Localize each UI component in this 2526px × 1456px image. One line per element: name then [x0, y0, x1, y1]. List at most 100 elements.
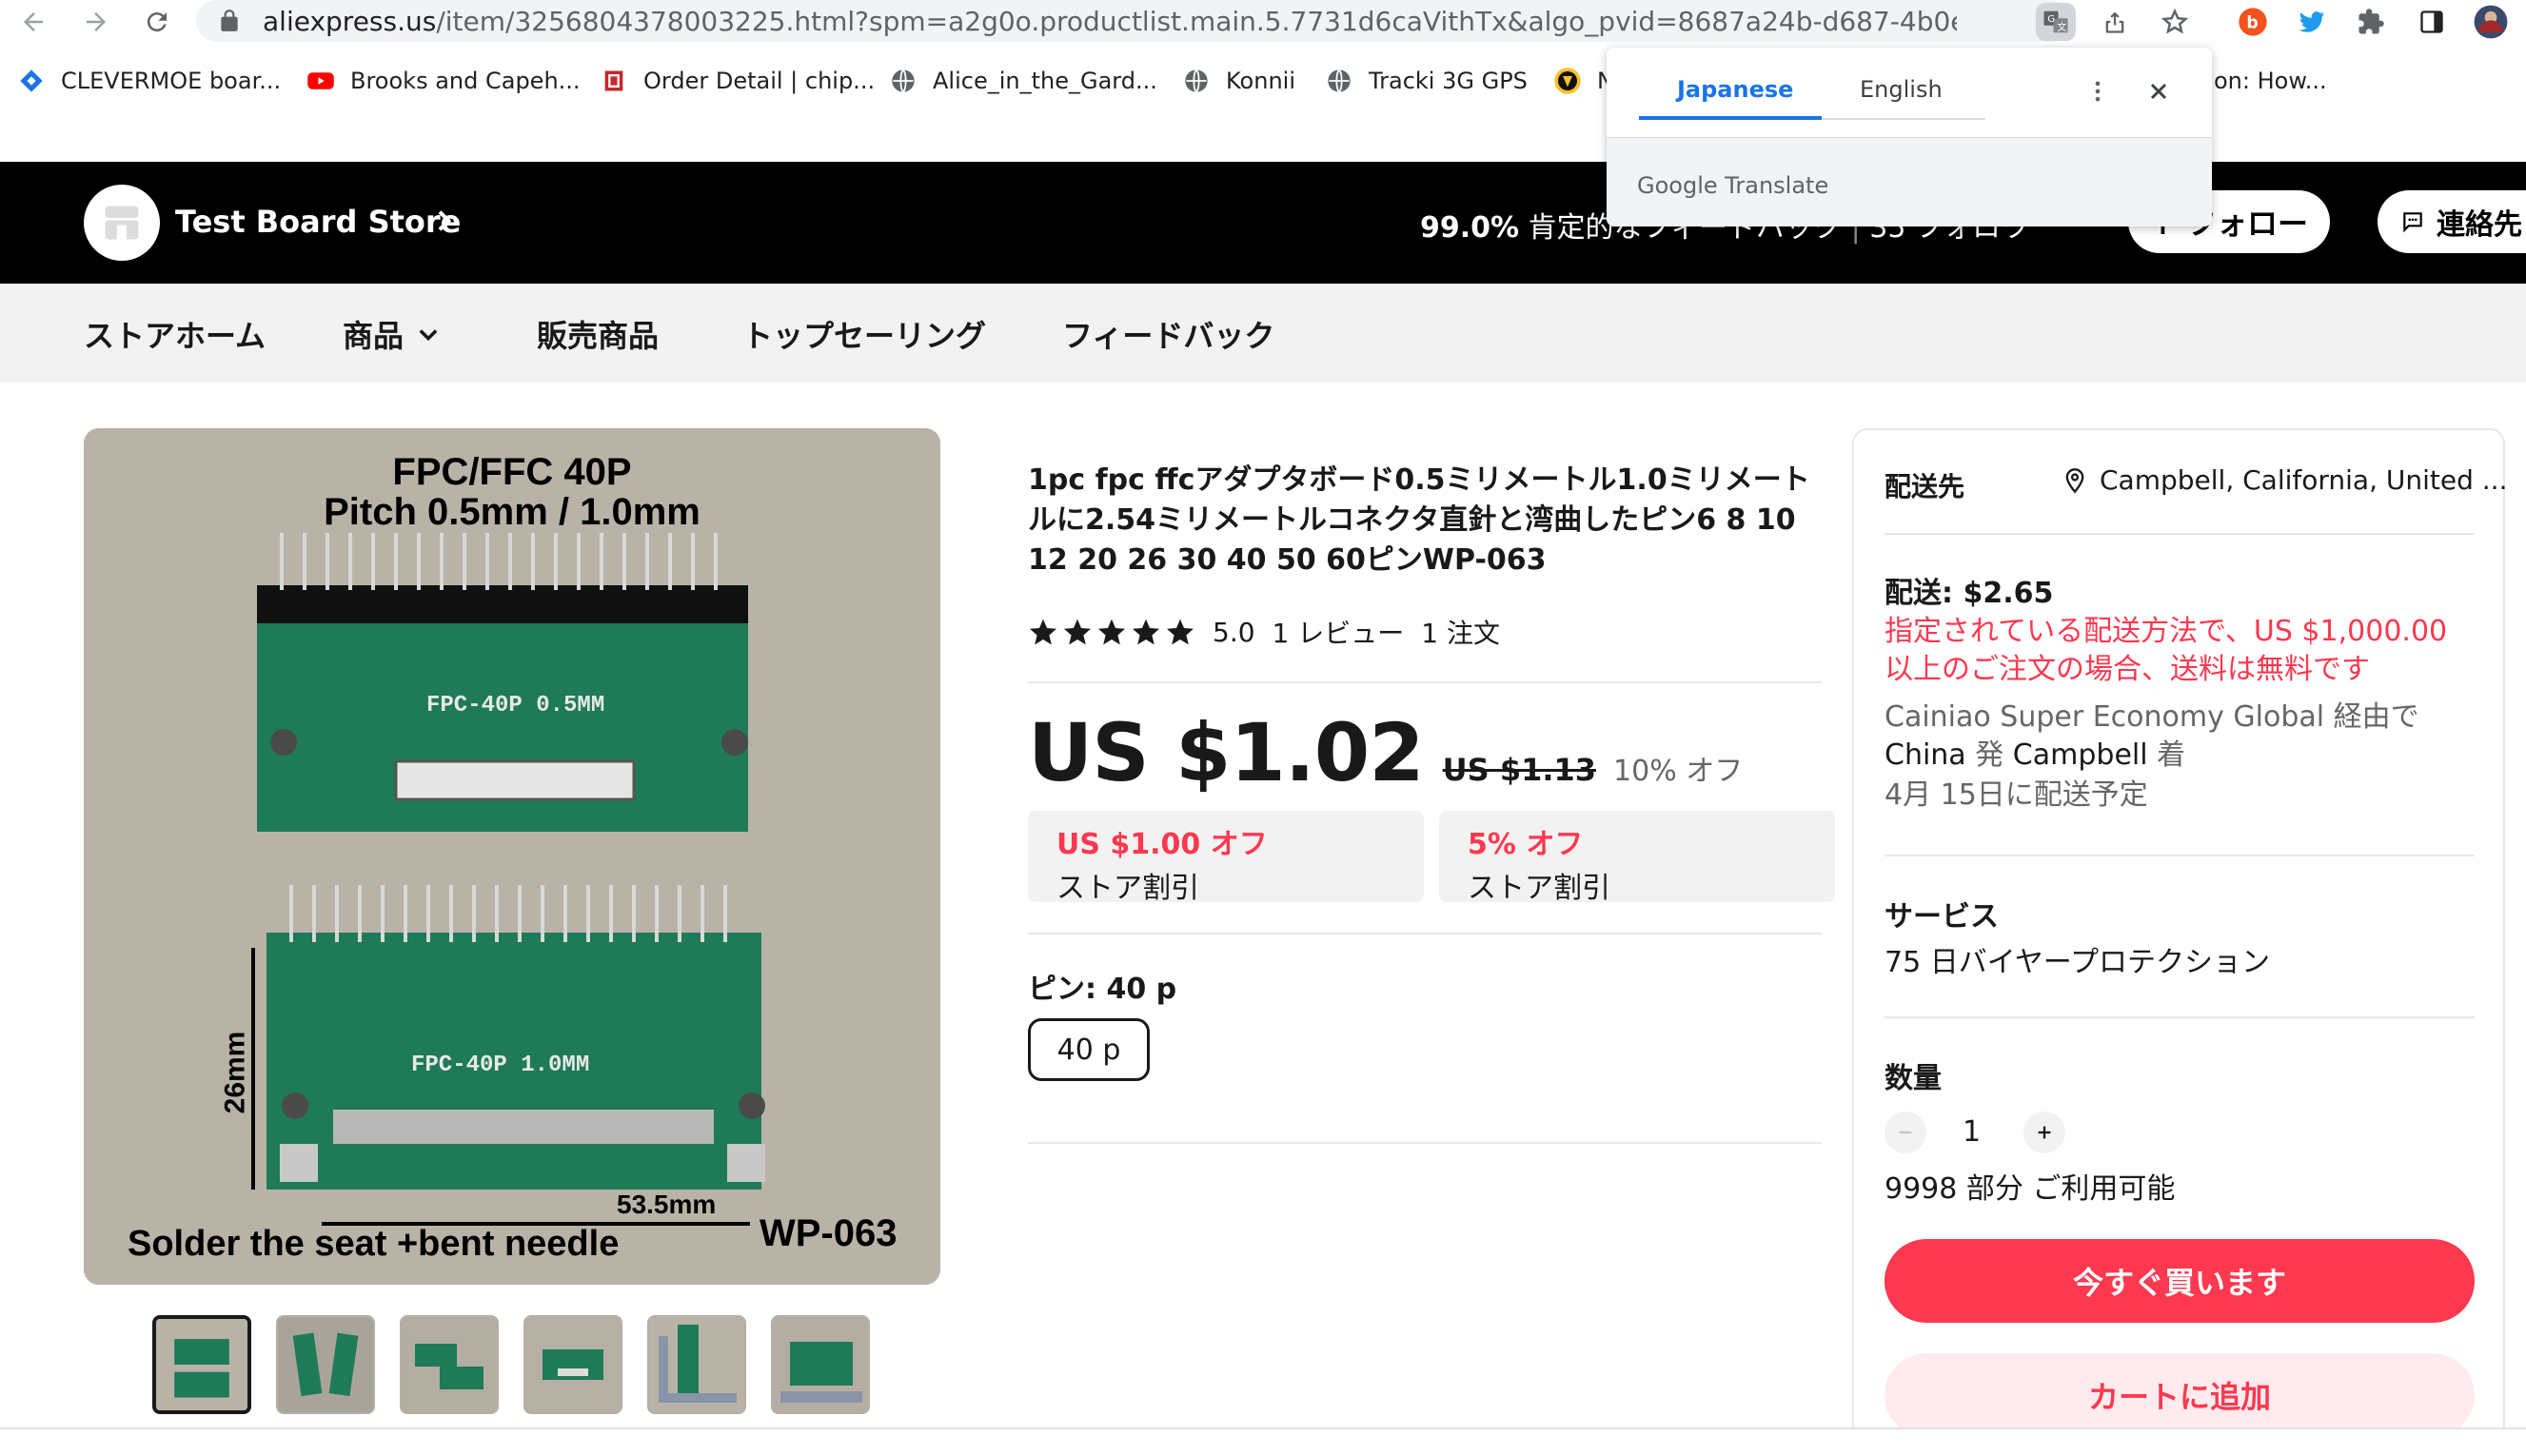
back-button[interactable] [15, 4, 51, 40]
original-price: US $1.13 [1442, 752, 1597, 788]
bottom-edge [0, 1427, 2526, 1456]
divider [1028, 681, 1822, 683]
extension-honey-button[interactable]: b [2235, 4, 2271, 40]
contact-label: 連絡先 [2437, 208, 2522, 242]
close-icon [2150, 83, 2167, 100]
honey-extension-icon: b [2239, 8, 2267, 36]
bookmark-item[interactable]: N [1553, 59, 1614, 103]
star-icon [1098, 619, 1125, 645]
active-tab-indicator [1639, 116, 1822, 120]
store-logo[interactable] [84, 185, 160, 261]
bookmark-item[interactable]: Order Detail | chip... [600, 59, 875, 103]
tab-japanese[interactable]: Japanese [1677, 76, 1793, 103]
address-bar[interactable]: aliexpress.us/item/3256804378003225.html… [196, 0, 2071, 42]
thumbnail[interactable] [647, 1315, 746, 1414]
spec-option-40p[interactable]: 40 p [1028, 1018, 1150, 1081]
bookmark-item[interactable]: Tracki 3G GPS [1325, 59, 1528, 103]
quantity-value[interactable]: 1 [1963, 1113, 1981, 1151]
image-dim-width: 53.5mm [617, 1190, 717, 1219]
translate-options-button[interactable] [2084, 74, 2111, 108]
translate-footer: Google Translate [1607, 137, 2212, 226]
extension-twitter-button[interactable] [2294, 4, 2330, 40]
carrier-prefix: Cainiao Super Economy Global 経由で [1885, 700, 2419, 734]
share-button[interactable] [2099, 6, 2131, 38]
coupon-card[interactable]: US $1.00 オフ ストア割引 [1028, 811, 1424, 905]
thumbnail[interactable] [523, 1315, 622, 1414]
url-path: /item/3256804378003225.html?spm=a2g0o.pr… [436, 6, 1957, 37]
twitter-icon [2299, 11, 2325, 32]
nav-top-selling[interactable]: トップセーリング [742, 312, 986, 356]
extensions-menu-button[interactable] [2353, 4, 2389, 40]
globe-icon [889, 67, 918, 95]
reviews-link[interactable]: 1 レビュー [1273, 613, 1405, 651]
translate-close-button[interactable] [2141, 74, 2176, 108]
thumbnail[interactable] [152, 1315, 251, 1414]
ship-location[interactable]: Campbell, California, United ... [2062, 464, 2507, 496]
divider [1028, 1142, 1822, 1144]
chevron-right-icon[interactable] [428, 206, 459, 236]
nav-sale-items[interactable]: 販売商品 [537, 312, 659, 356]
image-title-line1: FPC/FFC 40P [392, 451, 632, 493]
contact-button[interactable]: 連絡先 [2378, 190, 2526, 253]
translate-page-button[interactable]: G文 [2036, 3, 2076, 41]
svg-text:G: G [2047, 14, 2055, 25]
carrier-info: Cainiao Super Economy Global 経由で China 発… [1885, 698, 2475, 775]
store-nav: ストアホーム 商品 販売商品 トップセーリング フィードバック [0, 284, 2526, 383]
forward-button[interactable] [78, 4, 114, 40]
profile-avatar-button[interactable] [2473, 4, 2509, 40]
shield-icon [1553, 67, 1582, 95]
free-shipping-notice: 指定されている配送方法で、US $1,000.00 以上のご注文の場合、送料は無… [1885, 615, 2448, 686]
divider [1885, 1016, 2475, 1018]
more-vert-icon [2095, 81, 2101, 102]
globe-icon [1325, 67, 1353, 95]
discount-percent: 10% オフ [1613, 755, 1744, 788]
image-dim-height: 26mm [219, 1031, 251, 1114]
svg-text:b: b [2246, 14, 2258, 33]
bookmark-star-button[interactable] [2159, 6, 2191, 38]
coupon-type: ストア割引 [1468, 872, 1610, 905]
carrier-mid: 発 [1975, 738, 2004, 772]
shipping-panel: 配送先 Campbell, California, United ... 配送:… [1852, 428, 2507, 1456]
coupon-amount: 5% オフ [1468, 828, 1584, 861]
chip-icon [600, 67, 628, 95]
bookmark-item[interactable]: Konnii [1182, 59, 1295, 103]
thumbnail[interactable] [276, 1315, 375, 1414]
service-value[interactable]: 75 日バイヤープロテクション [1885, 944, 2270, 982]
nav-products-label: 商品 [343, 318, 405, 354]
browser-toolbar: aliexpress.us/item/3256804378003225.html… [0, 0, 2526, 44]
quantity-increase-button[interactable] [2023, 1112, 2065, 1153]
thumbnail[interactable] [400, 1315, 499, 1414]
nav-feedback[interactable]: フィードバック [1062, 312, 1274, 356]
add-to-cart-button[interactable]: カートに追加 [1885, 1353, 2475, 1437]
star-icon [1030, 619, 1056, 645]
service-label: サービス [1885, 900, 1999, 934]
coupon-card[interactable]: 5% オフ ストア割引 [1439, 811, 1835, 905]
puzzle-icon [2358, 9, 2384, 34]
coupon-amount: US $1.00 オフ [1056, 828, 1268, 861]
shipping-cost: 配送: $2.65 [1885, 577, 2054, 610]
reload-button[interactable] [139, 4, 175, 40]
bookmark-item[interactable]: on: How... [2214, 59, 2327, 103]
arrow-right-icon [87, 12, 106, 31]
bookmark-item[interactable]: Brooks and Capeh... [306, 59, 581, 103]
product-main-image[interactable]: FPC/FFC 40P Pitch 0.5mm / 1.0mm FPC-40P … [84, 428, 940, 1285]
divider [1885, 533, 2475, 535]
spec-label: ピン: 40 p [1028, 973, 1177, 1006]
store-name[interactable]: Test Board Store [175, 204, 461, 240]
quantity-decrease-button[interactable] [1885, 1112, 1926, 1153]
nav-products[interactable]: 商品 [343, 312, 442, 356]
buy-now-button[interactable]: 今すぐ買います [1885, 1239, 2475, 1323]
nav-store-home[interactable]: ストアホーム [84, 312, 266, 356]
tab-english[interactable]: English [1860, 76, 1943, 103]
side-panel-button[interactable] [2414, 4, 2450, 40]
image-caption: Solder the seat +bent needle [128, 1224, 620, 1264]
image-board1-label: FPC-40P 0.5MM [426, 693, 605, 718]
bookmark-item[interactable]: CLEVERMOE boar... [17, 59, 281, 103]
delivery-date: 4月 15日に配送予定 [1885, 778, 2148, 812]
carrier-from: China [1885, 738, 1966, 772]
url-host: aliexpress.us [263, 6, 437, 37]
bookmark-item[interactable]: Alice_in_the_Gard... [889, 59, 1157, 103]
side-panel-icon [2420, 10, 2443, 33]
thumbnail[interactable] [771, 1315, 870, 1414]
bookmark-label: Brooks and Capeh... [350, 68, 581, 94]
